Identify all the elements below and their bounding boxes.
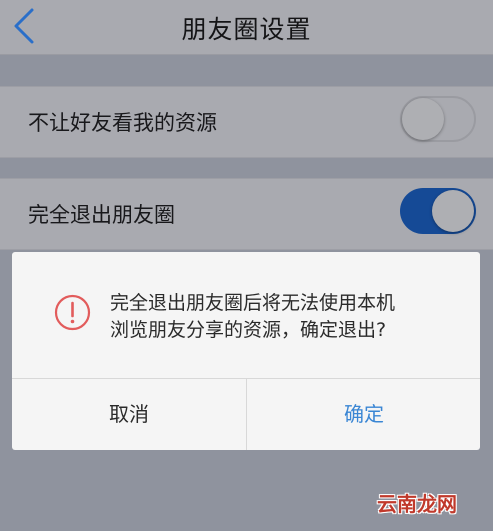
warning-circle-icon xyxy=(54,294,91,331)
toggle-knob xyxy=(432,190,474,232)
toggle-hide-resources[interactable] xyxy=(400,96,476,142)
dialog-message-line: 浏览朋友分享的资源，确定退出? xyxy=(110,317,465,344)
nav-bar: 朋友圈设置 xyxy=(0,0,493,55)
cancel-button[interactable]: 取消 xyxy=(12,379,246,450)
dialog-message: 完全退出朋友圈后将无法使用本机 浏览朋友分享的资源，确定退出? xyxy=(110,290,465,344)
confirm-dialog: 完全退出朋友圈后将无法使用本机 浏览朋友分享的资源，确定退出? 取消 确定 xyxy=(12,252,480,450)
page-title: 朋友圈设置 xyxy=(0,10,493,46)
setting-row-hide-resources: 不让好友看我的资源 xyxy=(0,86,493,158)
setting-label-exit-moments: 完全退出朋友圈 xyxy=(28,199,175,229)
toggle-exit-moments[interactable] xyxy=(400,188,476,234)
dialog-message-line: 完全退出朋友圈后将无法使用本机 xyxy=(110,290,465,317)
watermark-logo: 云南龙网 xyxy=(377,488,457,517)
setting-row-exit-moments: 完全退出朋友圈 xyxy=(0,178,493,250)
setting-label-hide-resources: 不让好友看我的资源 xyxy=(28,107,217,137)
confirm-button[interactable]: 确定 xyxy=(247,379,481,450)
toggle-knob xyxy=(402,98,444,140)
